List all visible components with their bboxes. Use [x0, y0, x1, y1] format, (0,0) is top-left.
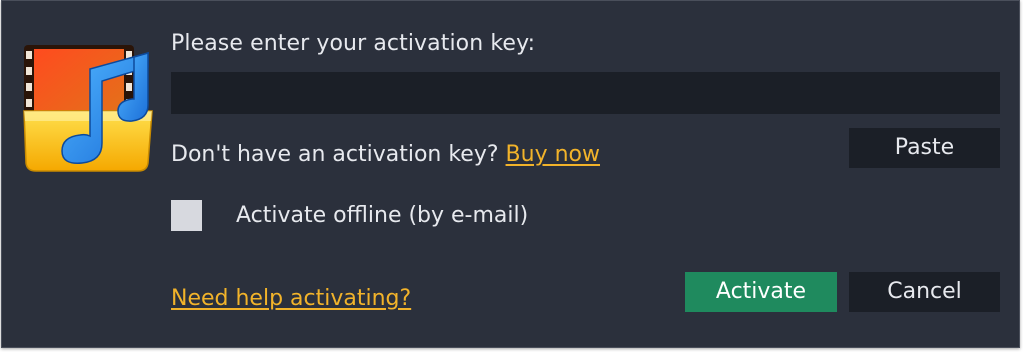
activate-offline-label[interactable]: Activate offline (by e-mail) — [236, 201, 528, 231]
buy-row: Don't have an activation key? Buy now — [171, 140, 600, 170]
activation-key-input[interactable] — [171, 72, 1000, 114]
activate-offline-checkbox[interactable] — [171, 200, 202, 231]
movavi-music-folder-icon — [23, 45, 153, 172]
activate-button[interactable]: Activate — [685, 272, 837, 312]
paste-button[interactable]: Paste — [849, 128, 1000, 168]
buy-now-link[interactable]: Buy now — [506, 142, 600, 167]
activation-dialog: Please enter your activation key: Don't … — [1, 0, 1020, 348]
no-key-text: Don't have an activation key? — [171, 142, 499, 167]
activation-key-prompt: Please enter your activation key: — [171, 31, 536, 56]
cancel-button[interactable]: Cancel — [849, 272, 1000, 312]
need-help-link[interactable]: Need help activating? — [171, 284, 411, 314]
